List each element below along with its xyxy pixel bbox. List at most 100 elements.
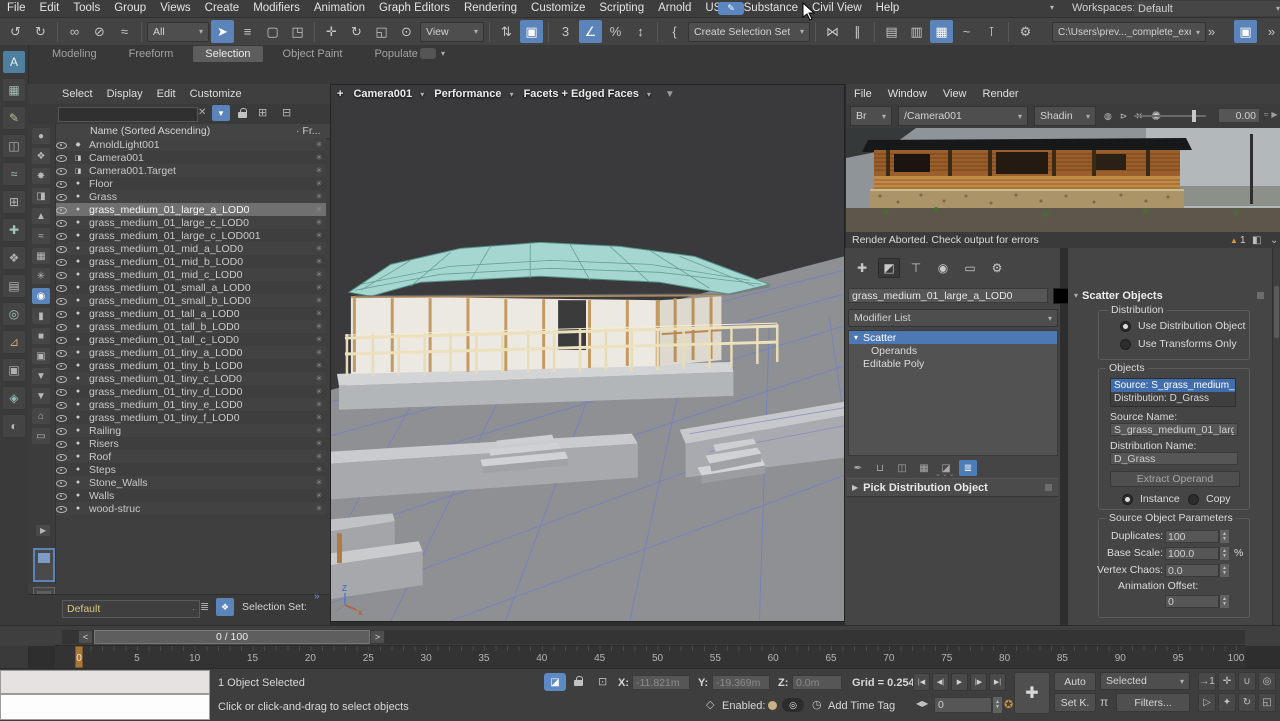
- explorer-row[interactable]: ●Steps✳: [56, 463, 326, 476]
- auto-key-button[interactable]: Auto: [1054, 672, 1096, 691]
- explorer-row[interactable]: ●grass_medium_01_mid_c_LOD0✳: [56, 268, 326, 281]
- modify-tab[interactable]: ◩: [878, 258, 900, 278]
- key-filters-button[interactable]: Filters...: [1116, 693, 1190, 712]
- visibility-eye-icon[interactable]: [56, 153, 67, 163]
- expand-arrow-icon[interactable]: ▾: [854, 333, 858, 342]
- collapse-icon[interactable]: ⌄: [1270, 235, 1278, 246]
- explorer-row[interactable]: ●grass_medium_01_tiny_a_LOD0✳: [56, 346, 326, 359]
- menu-rendering[interactable]: Rendering: [457, 0, 524, 17]
- explorer-row[interactable]: ◨Camera001✳: [56, 151, 326, 164]
- select-and-rotate-button[interactable]: ↻: [345, 20, 368, 43]
- next-frame-arrow[interactable]: >: [370, 630, 385, 644]
- visibility-eye-icon[interactable]: [56, 166, 67, 176]
- edit-named-selection-sets-button[interactable]: {: [663, 20, 686, 43]
- hierarchy-view-icon[interactable]: ❖: [216, 598, 234, 616]
- project-folder-dropdown[interactable]: C:\Users\prev..._complete_exe ▾: [1052, 22, 1206, 42]
- material-dock-icon[interactable]: ▣: [3, 359, 25, 381]
- explorer-row[interactable]: ●Railing✳: [56, 424, 326, 437]
- visibility-eye-icon[interactable]: [56, 387, 67, 397]
- explorer-row[interactable]: ●Walls✳: [56, 489, 326, 502]
- panel-scrollbar[interactable]: [1273, 248, 1280, 625]
- spin-down-icon[interactable]: ▼: [1222, 571, 1227, 576]
- schematic-view-button[interactable]: ⊺: [980, 20, 1003, 43]
- visibility-eye-icon[interactable]: [56, 413, 67, 423]
- animation-offset-field[interactable]: 0: [1165, 595, 1219, 608]
- exposure-slider[interactable]: [1134, 115, 1206, 117]
- explorer-row[interactable]: ●grass_medium_01_tall_c_LOD0✳: [56, 333, 326, 346]
- viewport-dock-icon[interactable]: ◎: [3, 303, 25, 325]
- buffer-dropdown[interactable]: Br ▾: [850, 106, 892, 126]
- duplicates-field[interactable]: 100: [1165, 530, 1219, 543]
- scene-script-icon[interactable]: ▦: [3, 79, 25, 101]
- visibility-eye-icon[interactable]: [56, 179, 67, 189]
- filter-selection-icon[interactable]: ▼: [32, 368, 50, 384]
- window-crossing-toggle[interactable]: ◳: [286, 20, 309, 43]
- visibility-eye-icon[interactable]: [56, 140, 67, 150]
- snapshot-icon[interactable]: ◍: [1104, 111, 1112, 122]
- track-bar[interactable]: 0510152025303540455055606570758085909510…: [55, 645, 1246, 670]
- viewport-camera-menu[interactable]: Camera001 ▾: [353, 88, 424, 100]
- previous-frame-button[interactable]: ◀|: [932, 673, 949, 691]
- absolute-offset-toggle-icon[interactable]: ⊡: [598, 675, 607, 688]
- modifier-stack-item[interactable]: ▾Scatter: [849, 331, 1057, 344]
- object-paint-icon[interactable]: ✚: [3, 219, 25, 241]
- angle-snap-toggle[interactable]: ∠: [579, 20, 602, 43]
- explorer-column-header[interactable]: Name (Sorted Ascending) · Fr...: [28, 124, 330, 139]
- hierarchy-tab[interactable]: ⊤: [905, 258, 927, 278]
- menu-customize[interactable]: Customize: [524, 0, 592, 17]
- select-and-scale-button[interactable]: ◱: [370, 20, 393, 43]
- make-unique-icon[interactable]: ◫: [893, 460, 911, 476]
- render-dock-icon[interactable]: ◐: [3, 415, 25, 437]
- rollout-drag-handle[interactable]: [1257, 292, 1264, 299]
- play-button[interactable]: ▶: [951, 673, 968, 691]
- viewport[interactable]: Z x + Camera001 ▾ Performance ▾ Facets +…: [330, 84, 845, 622]
- frozen-toggle-icon[interactable]: ✳: [312, 283, 326, 292]
- snapshot-camera-icon[interactable]: ◧: [1252, 235, 1261, 246]
- degradation-shield-icon[interactable]: ◇: [706, 698, 714, 711]
- motion-tab[interactable]: ◉: [932, 258, 954, 278]
- render-menu-render[interactable]: Render: [983, 88, 1019, 100]
- visibility-eye-icon[interactable]: [56, 439, 67, 449]
- tab-modeling[interactable]: Modeling: [40, 46, 109, 62]
- explorer-row[interactable]: ●Risers✳: [56, 437, 326, 450]
- visibility-eye-icon[interactable]: [56, 348, 67, 358]
- explorer-menu-select[interactable]: Select: [62, 88, 93, 100]
- render-camera-dropdown[interactable]: /Camera001 ▾: [898, 106, 1028, 126]
- viewport-quality-menu[interactable]: Performance ▾: [434, 88, 513, 100]
- render-menu-view[interactable]: View: [943, 88, 967, 100]
- menu-create[interactable]: Create: [198, 0, 247, 17]
- display-materials-icon[interactable]: ▣: [32, 348, 50, 364]
- frozen-toggle-icon[interactable]: ✳: [312, 309, 326, 318]
- use-distribution-object-radio[interactable]: Use Distribution Object: [1120, 320, 1245, 332]
- explorer-row[interactable]: ●Floor✳: [56, 177, 326, 190]
- create-tab[interactable]: ✚: [851, 258, 873, 278]
- name-column-header[interactable]: Name (Sorted Ascending): [90, 125, 210, 137]
- spin-down-icon[interactable]: ▼: [1222, 554, 1227, 559]
- explorer-row[interactable]: ●grass_medium_01_tiny_d_LOD0✳: [56, 385, 326, 398]
- frozen-toggle-icon[interactable]: ✳: [312, 322, 326, 331]
- enabled-indicator-dot[interactable]: [768, 701, 777, 710]
- menu-help[interactable]: Help: [869, 0, 907, 17]
- spin-down-icon[interactable]: ▼: [1222, 537, 1227, 542]
- select-and-place-button[interactable]: ⊙: [395, 20, 418, 43]
- frozen-toggle-icon[interactable]: ✳: [312, 153, 326, 162]
- remove-modifier-icon[interactable]: ▦: [915, 460, 933, 476]
- orbit-icon[interactable]: ∪: [1238, 672, 1256, 691]
- visibility-eye-icon[interactable]: [56, 218, 67, 228]
- visibility-eye-icon[interactable]: [56, 374, 67, 384]
- key-mode-icon[interactable]: ◀▶: [916, 699, 928, 708]
- vertex-chaos-spinner[interactable]: ▲▼: [1219, 564, 1229, 577]
- viewport-shading-menu[interactable]: Facets + Edged Faces ▾: [524, 88, 651, 100]
- visibility-eye-icon[interactable]: [56, 270, 67, 280]
- pan-view-icon[interactable]: ✛: [1218, 672, 1236, 691]
- frozen-toggle-icon[interactable]: ✳: [312, 452, 326, 461]
- frozen-toggle-icon[interactable]: ✳: [312, 140, 326, 149]
- bind-to-space-warp-icon[interactable]: ≈: [113, 20, 136, 43]
- duplicates-spinner[interactable]: ▲▼: [1219, 530, 1229, 543]
- visibility-eye-icon[interactable]: [56, 283, 67, 293]
- frozen-toggle-icon[interactable]: ✳: [312, 205, 326, 214]
- visibility-eye-icon[interactable]: [56, 322, 67, 332]
- tab-freeform[interactable]: Freeform: [117, 46, 186, 62]
- align-button[interactable]: ∥: [846, 20, 869, 43]
- orbit-camera-icon[interactable]: ↻: [1238, 693, 1256, 712]
